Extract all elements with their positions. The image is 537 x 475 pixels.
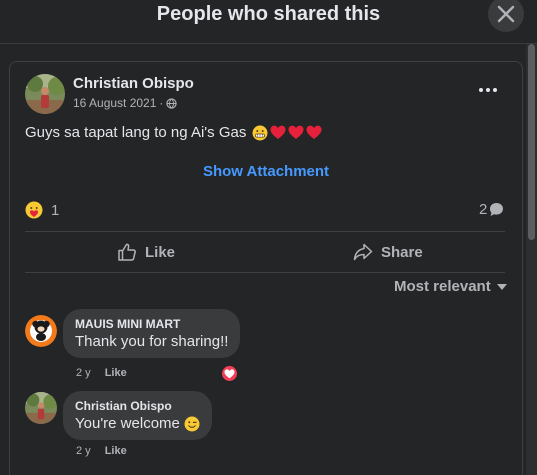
comment-bubble: MAUIS MINI MART Thank you for sharing!! [63,309,241,358]
share-arrow-icon [353,243,373,261]
comment-age[interactable]: 2 y [76,367,91,379]
comment-avatar[interactable] [25,392,57,424]
red-heart-emoji [270,125,286,139]
comment-text-body: You're welcome [75,415,180,432]
winking-face-emoji [184,416,200,431]
share-label: Share [381,243,423,261]
post-text: Guys sa tapat lang to ng Ai's Gas [25,124,322,141]
comment-text-body: Thank you for sharing!! [75,333,229,350]
comment-actions: 2 y Like [76,445,127,457]
comment-count-value: 2 [479,201,488,218]
comment-age[interactable]: 2 y [76,445,91,457]
comment-count[interactable]: 2 [479,201,504,218]
share-button[interactable]: Share [353,237,423,267]
more-horizontal-icon [479,88,497,92]
actions-bottom-divider [25,272,505,273]
actions-top-divider [25,231,505,232]
shared-post-card: Christian Obispo 16 August 2021 · Guys s… [9,61,523,475]
like-label: Like [145,243,176,261]
reaction-summary[interactable]: 1 [25,201,59,219]
scrollbar[interactable] [526,44,537,475]
grimacing-face-emoji [252,125,268,140]
comment-like-link[interactable]: Like [105,367,127,379]
author-avatar[interactable] [25,74,65,114]
globe-icon [166,97,178,109]
comment-like-link[interactable]: Like [105,445,127,457]
comment-author[interactable]: Christian Obispo [75,399,200,413]
heart-reaction-icon[interactable] [220,364,239,383]
reaction-count: 1 [51,201,60,219]
close-icon [497,5,515,23]
close-button[interactable] [488,0,524,32]
meta-separator: · [159,96,164,110]
red-heart-emoji [306,125,322,139]
thumbs-up-icon [118,243,136,261]
like-button[interactable]: Like [117,237,175,267]
scrollbar-thumb[interactable] [528,44,535,240]
comment-author[interactable]: MAUIS MINI MART [75,317,228,331]
author-name[interactable]: Christian Obispo [73,75,194,92]
speech-bubble-icon [490,203,504,216]
post-more-button[interactable] [472,80,504,100]
red-heart-emoji [288,125,304,139]
sort-label: Most relevant [394,278,491,295]
caret-down-icon [496,283,507,290]
post-text-body: Guys sa tapat lang to ng Ai's Gas [25,124,247,141]
show-attachment-link[interactable]: Show Attachment [10,163,522,180]
care-reaction-icon [25,201,43,219]
comment-bubble: Christian Obispo You're welcome [63,391,212,440]
modal-body: Christian Obispo 16 August 2021 · Guys s… [0,44,537,475]
modal-title: People who shared this [156,3,381,25]
comment-sort-button[interactable]: Most relevant [394,278,507,295]
modal-header: People who shared this [0,0,537,44]
post-date[interactable]: 16 August 2021 [73,96,156,110]
comment-text: You're welcome [75,415,200,432]
post-meta: 16 August 2021 · [73,96,178,110]
comment-actions: 2 y Like [76,367,127,379]
comment-text: Thank you for sharing!! [75,333,228,350]
comment-avatar[interactable] [25,315,57,347]
